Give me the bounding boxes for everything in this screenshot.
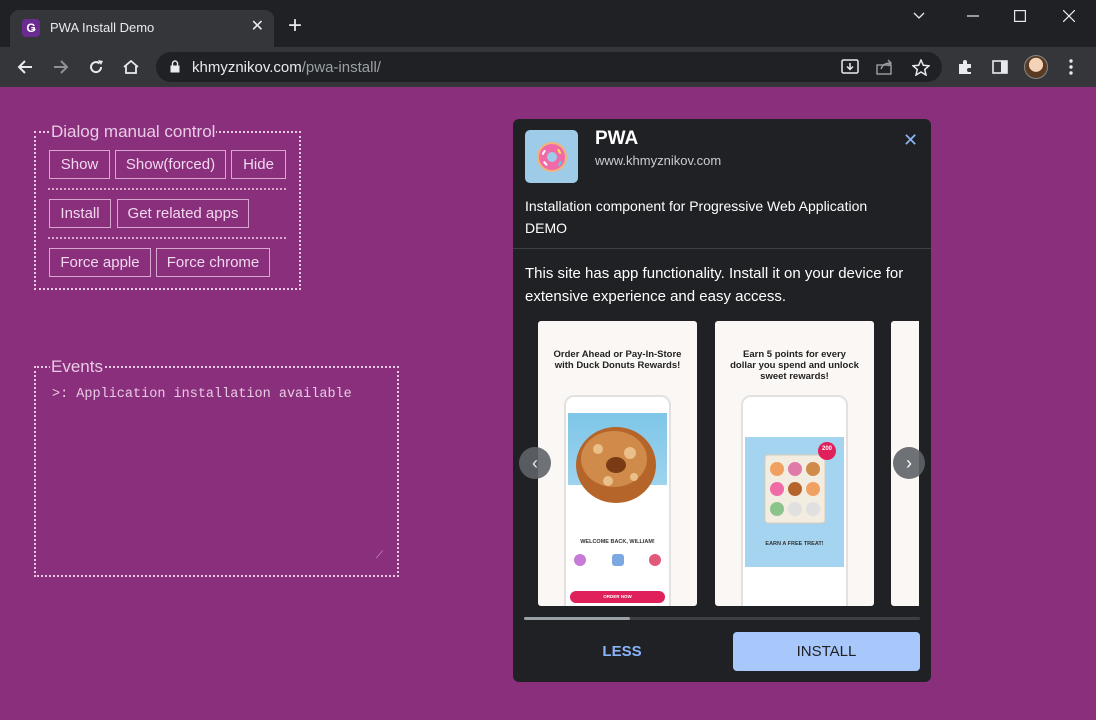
- screenshot-headline: Order Ahead or Pay-In-Store with Duck Do…: [553, 349, 682, 371]
- share-icon[interactable]: [875, 57, 895, 77]
- tab-favicon-icon: Ǥ: [22, 19, 40, 37]
- home-icon[interactable]: [117, 53, 145, 81]
- install-dialog: PWA www.khmyznikov.com ✕ Installation co…: [513, 119, 931, 682]
- screenshot-headline: Earn 5 points for every dollar you spend…: [730, 349, 859, 382]
- app-nav-icons: [574, 554, 661, 572]
- screenshot-caption: EARN A FREE TREAT!: [765, 541, 824, 547]
- screenshot-gallery[interactable]: Order Ahead or Pay-In-Store with Duck Do…: [525, 321, 919, 606]
- events-log-area[interactable]: >: Application installation available ⟋: [36, 367, 397, 575]
- browser-titlebar: Ǥ PWA Install Demo ✕ +: [0, 0, 1096, 47]
- gallery-scroll-thumb[interactable]: [524, 617, 630, 620]
- pay-icon: [611, 554, 624, 566]
- screenshot-caption: WELCOME BACK, WILLIAM!: [580, 539, 655, 545]
- gallery-scrollbar[interactable]: [524, 617, 920, 620]
- app-icon: [525, 130, 578, 183]
- forward-icon[interactable]: [47, 53, 75, 81]
- profile-avatar[interactable]: [1024, 55, 1048, 79]
- tab-title: PWA Install Demo: [50, 20, 155, 35]
- bookmark-star-icon[interactable]: [911, 57, 931, 77]
- show-button[interactable]: Show: [49, 150, 110, 179]
- dialog-divider: [513, 248, 931, 249]
- tab-close-icon[interactable]: ✕: [251, 17, 264, 37]
- install-app-button[interactable]: INSTALL: [733, 632, 920, 671]
- less-button[interactable]: LESS: [562, 632, 682, 671]
- back-icon[interactable]: [11, 53, 39, 81]
- resize-handle-icon[interactable]: ⟋: [376, 550, 383, 561]
- gallery-prev-arrow-icon[interactable]: ‹: [519, 447, 551, 479]
- phone-mockup: WELCOME BACK, WILLIAM! ORDER NOW: [564, 395, 671, 606]
- phone-screen: [568, 413, 667, 533]
- phone-screen: 200 EARN A FREE TREAT!: [745, 437, 844, 567]
- extensions-puzzle-icon[interactable]: [951, 53, 979, 81]
- new-tab-icon[interactable]: +: [288, 14, 302, 38]
- gallery-next-arrow-icon[interactable]: ›: [893, 447, 925, 479]
- app-description: Installation component for Progressive W…: [525, 198, 868, 236]
- more-menu-icon[interactable]: [1057, 53, 1085, 81]
- url-path: /pwa-install/: [301, 59, 381, 76]
- browser-tab[interactable]: Ǥ PWA Install Demo ✕: [10, 10, 274, 47]
- address-bar[interactable]: khmyznikov.com/pwa-install/: [156, 52, 942, 82]
- order-now-button: ORDER NOW: [570, 591, 665, 603]
- maximize-icon[interactable]: [997, 0, 1043, 32]
- locations-icon: [574, 554, 586, 566]
- divider: [48, 237, 286, 239]
- tab-search-chevron-icon[interactable]: [896, 0, 942, 32]
- browser-toolbar: khmyznikov.com/pwa-install/: [0, 47, 1096, 87]
- screenshot-card: Order Ahead or Pay-In-Store with Duck Do…: [538, 321, 697, 606]
- app-url: www.khmyznikov.com: [595, 153, 722, 168]
- events-log-text: >: Application installation available: [52, 387, 352, 402]
- get-related-apps-button[interactable]: Get related apps: [117, 199, 249, 228]
- side-panel-icon[interactable]: [986, 53, 1014, 81]
- dialog-close-icon[interactable]: ✕: [903, 130, 918, 151]
- minimize-icon[interactable]: [950, 0, 996, 32]
- hide-button[interactable]: Hide: [231, 150, 286, 179]
- app-name: PWA: [595, 128, 639, 149]
- show-forced-button[interactable]: Show(forced): [115, 150, 226, 179]
- divider: [48, 188, 286, 190]
- url-domain: khmyznikov.com: [192, 59, 302, 76]
- url-text[interactable]: khmyznikov.com/pwa-install/: [192, 59, 381, 76]
- dialog-control-legend: Dialog manual control: [51, 122, 216, 141]
- install-app-icon[interactable]: [840, 57, 860, 77]
- force-chrome-button[interactable]: Force chrome: [156, 248, 270, 277]
- app-info-text: This site has app functionality. Install…: [525, 265, 904, 305]
- lock-icon[interactable]: [170, 60, 180, 78]
- reload-icon[interactable]: [82, 53, 110, 81]
- screenshot-card: Earn 5 points for every dollar you spend…: [715, 321, 874, 606]
- close-window-icon[interactable]: [1046, 0, 1092, 32]
- phone-mockup: 200 EARN A FREE TREAT!: [741, 395, 848, 606]
- points-badge: 200: [821, 446, 832, 452]
- install-button[interactable]: Install: [49, 199, 111, 228]
- rewards-icon: [649, 554, 661, 566]
- force-apple-button[interactable]: Force apple: [49, 248, 151, 277]
